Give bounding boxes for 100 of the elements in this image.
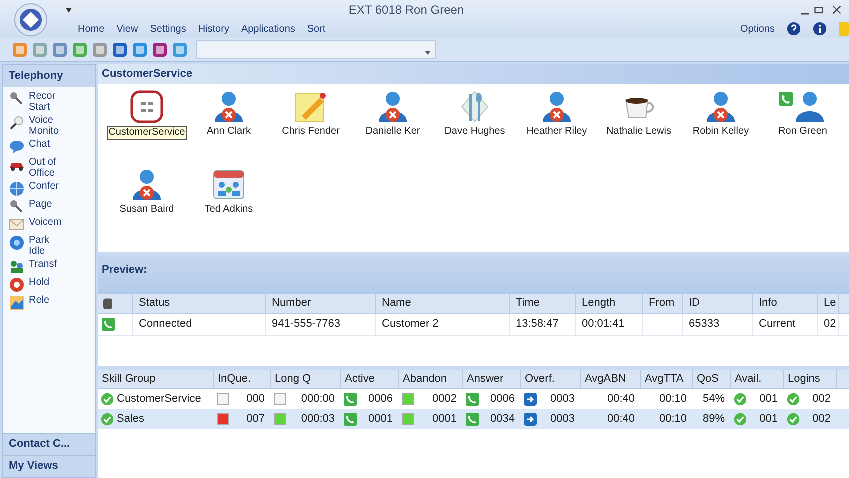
contact-tile[interactable]: Ann Clark <box>188 90 270 168</box>
combo-field[interactable] <box>196 40 436 59</box>
close-icon[interactable] <box>831 4 843 16</box>
column-header[interactable]: AvgABN <box>581 370 641 388</box>
table-cell-text: 54% <box>702 392 726 407</box>
table-cell-text: 001 <box>760 412 779 427</box>
column-header[interactable]: Skill Group <box>98 370 214 388</box>
contact-name: Robin Kelley <box>692 126 750 138</box>
column-header[interactable]: Active <box>341 370 399 388</box>
toolbar-icon[interactable] <box>92 42 108 58</box>
circle-icon <box>9 235 25 251</box>
menu-item[interactable]: Applications <box>241 22 296 36</box>
column-header[interactable]: Time <box>510 294 576 313</box>
contact-tile[interactable]: CustomerService <box>106 90 188 168</box>
sidebar-item[interactable]: Voicem <box>9 217 95 233</box>
column-header[interactable]: QoS <box>693 370 731 388</box>
table-cell-text: 007 <box>246 412 266 427</box>
table-cell-text: 0006 <box>368 392 394 407</box>
column-header[interactable]: Number <box>266 294 376 313</box>
phone-icon <box>102 318 115 331</box>
table-cell-text: 13:58:47 <box>516 317 559 332</box>
sidebar-item[interactable]: Chat <box>9 139 95 155</box>
phone-icon <box>466 392 479 406</box>
column-header[interactable]: Overf. <box>521 370 581 388</box>
menu-item[interactable]: History <box>198 22 230 36</box>
contact-tile[interactable]: Dave Hughes <box>434 90 516 168</box>
contact-tile[interactable]: Susan Baird <box>106 168 188 246</box>
table-cell-text: Current <box>759 317 796 332</box>
sidebar-item[interactable]: Page <box>9 199 95 215</box>
menu-item[interactable]: Sort <box>307 22 326 36</box>
table-cell-text: 0003 <box>550 392 576 407</box>
table-cell-text: 00:10 <box>659 412 688 427</box>
column-header[interactable]: AvgTTA <box>641 370 693 388</box>
column-header[interactable]: ID <box>683 294 753 313</box>
check-icon <box>734 392 747 406</box>
table-cell-text: 001 <box>760 392 779 407</box>
column-header[interactable]: Status <box>133 294 266 313</box>
table-cell-text: CustomerService <box>117 392 202 407</box>
contact-tile[interactable]: Heather Riley <box>516 90 598 168</box>
menu-item[interactable]: Home <box>78 22 105 36</box>
minimize-icon[interactable] <box>801 13 809 15</box>
toolbar-icon[interactable] <box>172 42 188 58</box>
sidebar-item[interactable]: Recor Start <box>9 91 95 113</box>
table-cell-text: 0003 <box>550 412 576 427</box>
table-cell-text: 02 <box>824 317 836 332</box>
column-header[interactable]: Answer <box>463 370 521 388</box>
sidebar-item[interactable]: Hold <box>9 277 95 293</box>
sidebar-item[interactable]: Confer <box>9 181 95 197</box>
contact-tile[interactable]: Ron Green <box>762 90 844 168</box>
column-header[interactable]: Abandon <box>399 370 463 388</box>
maximize-icon <box>813 4 825 16</box>
table-cell-text: Connected <box>139 317 192 332</box>
sidebar-item[interactable]: Park Idle <box>9 235 95 257</box>
sidebar-section[interactable]: My Views <box>3 455 95 477</box>
sidebar-item[interactable]: Rele <box>9 295 95 311</box>
table-row[interactable]: Sales 007 000:03 0001 0001 0034 0003 00:40 00:10 89% 001 002 <box>98 409 849 429</box>
toolbar-icon[interactable] <box>52 42 68 58</box>
table-cell-text: 941-555-7763 <box>272 317 341 332</box>
toolbar-icon[interactable] <box>132 42 148 58</box>
column-header[interactable]: Long Q <box>271 370 341 388</box>
contact-name: CustomerService <box>107 126 187 140</box>
app-logo-icon[interactable] <box>14 3 48 37</box>
toolbar-icon[interactable] <box>152 42 168 58</box>
column-header[interactable]: Info <box>753 294 818 313</box>
column-header[interactable]: Length <box>576 294 643 313</box>
sidebar-item[interactable]: Out of Office <box>9 157 95 179</box>
toolbar-icon[interactable] <box>112 42 128 58</box>
table-cell-text: 002 <box>812 412 832 427</box>
offline-person-icon <box>540 90 574 124</box>
check-icon <box>787 412 800 426</box>
column-header[interactable]: Le <box>818 294 839 313</box>
contact-tile[interactable]: Nathalie Lewis <box>598 90 680 168</box>
table-cell-text: 002 <box>812 392 832 407</box>
table-cell-text: 65333 <box>689 317 720 332</box>
column-header[interactable]: From <box>643 294 683 313</box>
contact-tile[interactable]: Danielle Ker <box>352 90 434 168</box>
column-header[interactable]: Logins <box>784 370 837 388</box>
contact-tile[interactable]: Robin Kelley <box>680 90 762 168</box>
sidebar-item[interactable]: Voice Monito <box>9 115 95 137</box>
magnifier-icon <box>9 115 25 131</box>
sidebar-header[interactable]: Telephony <box>3 65 95 87</box>
menu-item[interactable]: View <box>116 22 138 36</box>
table-cell-text: 0001 <box>432 412 458 427</box>
contact-tile[interactable]: Ted Adkins <box>188 168 270 246</box>
table-cell-text: 0001 <box>368 412 394 427</box>
on-call-person-icon <box>779 90 827 124</box>
quick-access-caret-icon[interactable] <box>66 8 72 12</box>
people-icon <box>9 259 25 275</box>
column-header[interactable]: Name <box>376 294 510 313</box>
contact-tile[interactable]: Chris Fender <box>270 90 352 168</box>
sidebar-item[interactable]: Transf <box>9 259 95 275</box>
contact-name: Nathalie Lewis <box>606 126 672 138</box>
menu-item[interactable]: Settings <box>150 22 186 36</box>
table-cell-text: 0006 <box>490 392 516 407</box>
column-header[interactable]: Avail. <box>731 370 784 388</box>
toolbar-icon[interactable] <box>72 42 88 58</box>
contact-name: Ron Green <box>778 126 828 138</box>
sidebar-section[interactable]: Contact C... <box>3 433 95 455</box>
column-header[interactable]: InQue. <box>214 370 271 388</box>
options-menu[interactable]: Options <box>740 22 775 36</box>
